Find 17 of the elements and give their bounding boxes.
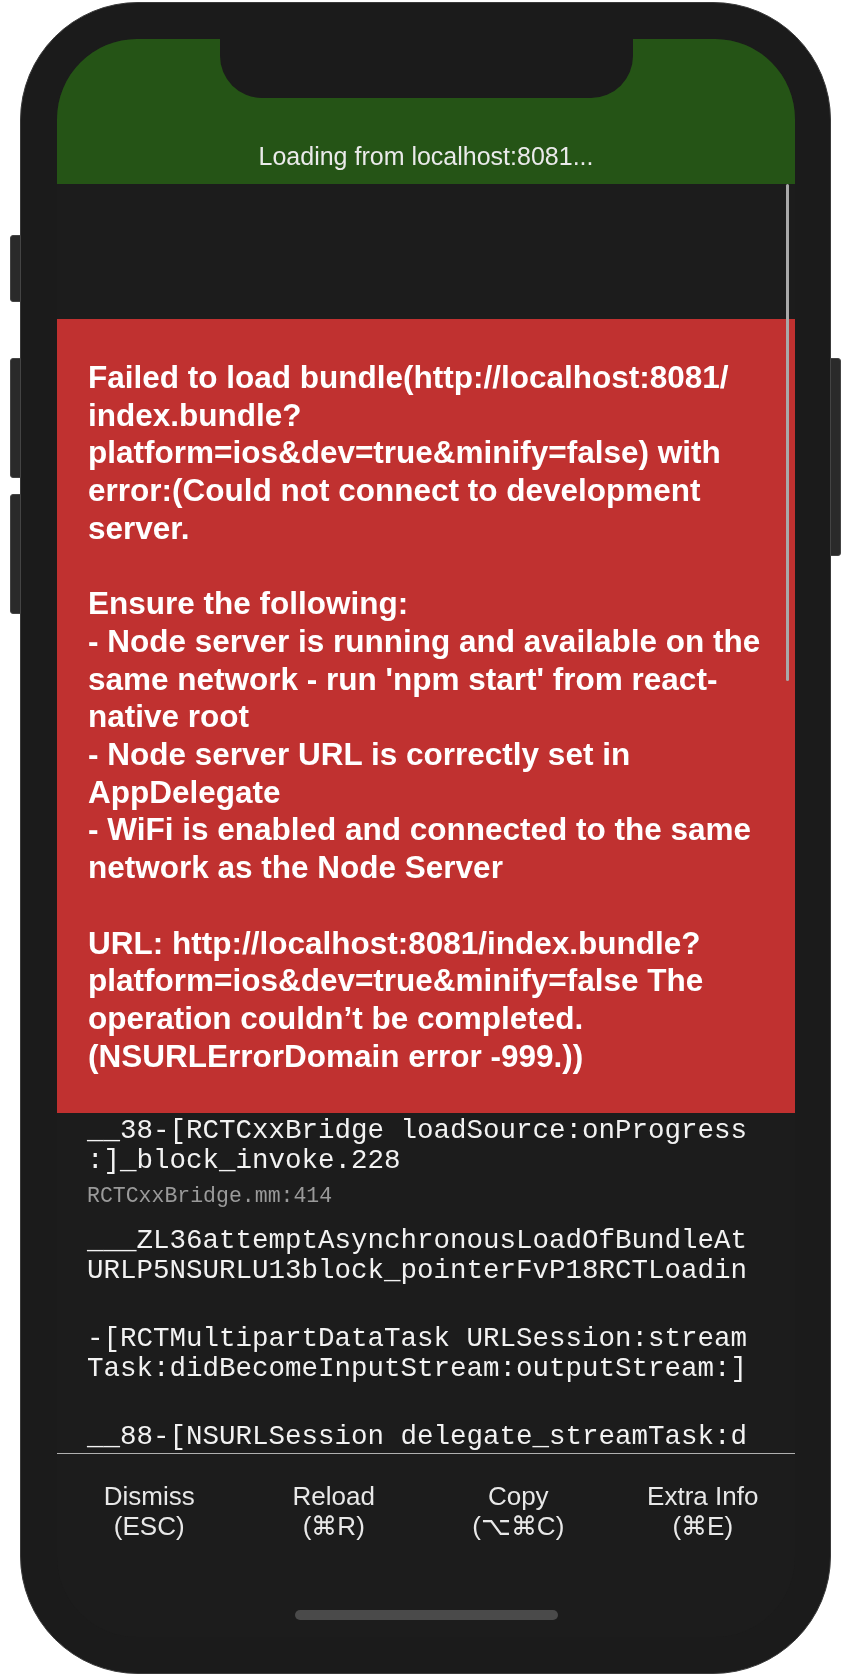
stack-frame-method: __38-[RCTCxxBridge loadSource:onProgress :]_block_invoke.228	[87, 1116, 748, 1177]
phone-side-button[interactable]	[10, 358, 21, 478]
stack-frame-method: ___ZL36attemptAsynchronousLoadOfBundleAt URLP5NSURLU13block_pointerFvP18RCTLoadin	[87, 1226, 748, 1287]
redbox-action-button[interactable]: Copy (⌥⌘C)	[426, 1454, 611, 1561]
phone-side-button[interactable]	[10, 235, 21, 302]
redbox-action-button[interactable]: Reload (⌘R)	[241, 1454, 426, 1561]
error-message-paragraph: Failed to load bundle(http://localhost:8081/ index.bundle? platform=ios&dev=true&minify=false) with error:(Could not connect to development server.	[88, 359, 729, 548]
redbox-action-button[interactable]: Dismiss (ESC)	[57, 1454, 242, 1561]
stack-frame-location: RCTCxxBridge.mm:414	[87, 1183, 333, 1210]
stack-frame-method: -[RCTMultipartDataTask URLSession:stream Task:didBecomeInputStream:outputStream:]	[87, 1324, 748, 1385]
loading-status-text: Loading from localhost:8081...	[258, 141, 594, 171]
redbox-action-button[interactable]: Extra Info (⌘E)	[610, 1454, 795, 1561]
error-message-paragraph: URL: http://localhost:8081/index.bundle? platform=ios&dev=true&minify=false The operation couldn’t be completed. (NSURLErrorDomain error -999.))	[88, 924, 704, 1076]
stack-frame-method: __88-[NSURLSession delegate_streamTask:d	[87, 1422, 748, 1453]
error-message-paragraph: Ensure the following: - Node server is running and available on the same network - run 'npm start' from react- native root - Node server URL is correctly set in AppDelegate - WiFi is enabled and connected to the same network as the Node Server	[88, 585, 761, 887]
phone-side-button[interactable]	[830, 358, 841, 556]
phone-side-button[interactable]	[10, 494, 21, 614]
